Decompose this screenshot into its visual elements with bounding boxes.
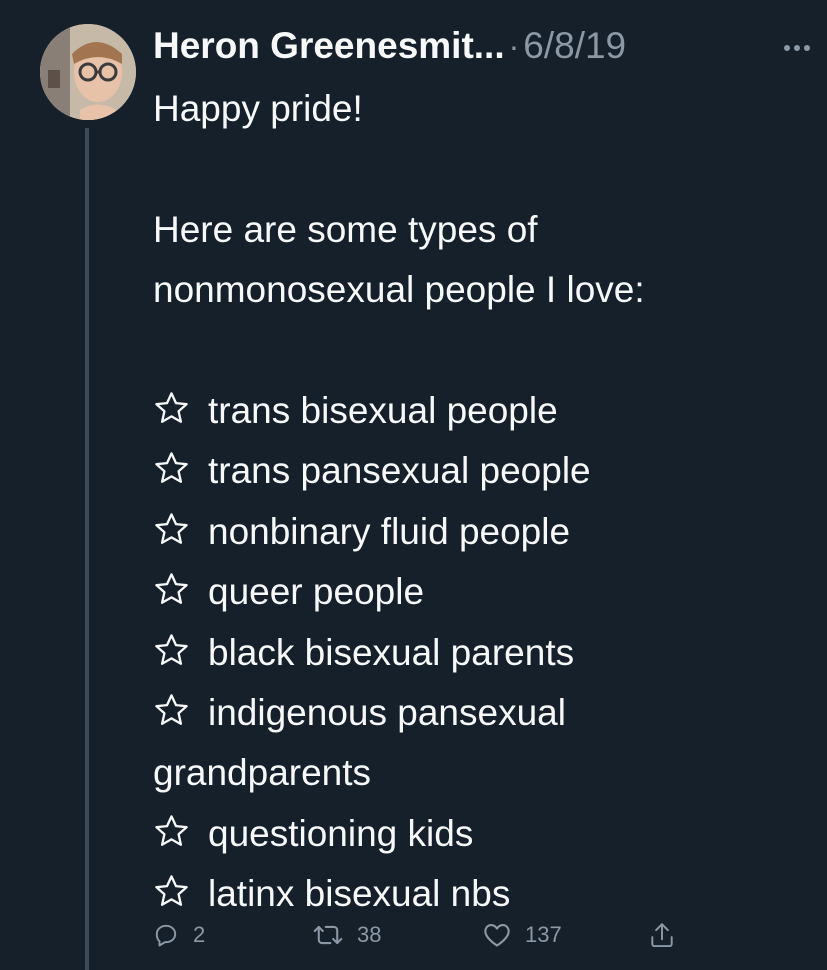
share-button[interactable] [649, 921, 675, 949]
author-name[interactable]: Heron Greenesmit... [153, 25, 505, 67]
header-separator: · [508, 27, 520, 64]
retweet-button[interactable]: 38 [313, 922, 381, 948]
list-item-text: trans pansexual people [208, 450, 591, 492]
star-icon [155, 392, 188, 423]
reply-icon [155, 924, 177, 947]
list-item: trans bisexual people [153, 381, 803, 441]
list-item-text: black bisexual parents [208, 631, 575, 673]
tweet-date[interactable]: 6/8/19 [523, 25, 626, 67]
avatar-photo [40, 24, 136, 120]
list-item-text: questioning kids [208, 812, 474, 854]
retweet-icon [313, 925, 343, 945]
list-item: trans pansexual people [153, 441, 803, 501]
star-icon [155, 452, 188, 484]
tweet-header: Heron Greenesmit... · 6/8/19 [153, 20, 810, 72]
tweet-actions: 2 38 137 [153, 912, 683, 958]
list-item-continuation: grandparents [153, 752, 372, 794]
text-line-blank [153, 139, 803, 199]
avatar[interactable] [40, 24, 136, 120]
star-icon [155, 633, 188, 665]
reply-button[interactable]: 2 [153, 922, 205, 948]
tweet-body: Heron Greenesmit... · 6/8/19 Happy pride… [153, 20, 810, 925]
star-icon [155, 875, 188, 907]
list-item-text: indigenous pansexual [208, 692, 566, 734]
list-item: nonbinary fluid people [153, 502, 803, 562]
list-item: indigenous pansexual [153, 683, 803, 743]
more-options-button[interactable] [775, 28, 819, 68]
star-icon [155, 513, 188, 544]
heart-icon [484, 924, 510, 947]
share-icon [651, 923, 673, 948]
list-item-text: queer people [208, 571, 425, 613]
text-line-blank [153, 321, 803, 381]
list-item: black bisexual parents [153, 623, 803, 683]
tweet-text: Happy pride! Here are some types of nonmo… [153, 79, 803, 925]
more-horizontal-icon [784, 45, 810, 51]
star-icon [155, 815, 188, 846]
thread-connector-line [85, 128, 89, 970]
star-icon [155, 694, 188, 725]
star-icon [155, 573, 188, 605]
list-item-text: trans bisexual people [208, 390, 558, 432]
list-item-text: nonbinary fluid people [208, 510, 571, 552]
reply-count: 2 [193, 922, 206, 947]
like-count: 137 [525, 922, 562, 947]
list-item: questioning kids [153, 804, 803, 864]
like-button[interactable]: 137 [483, 922, 562, 948]
text-line: nonmonosexual people I love: [153, 269, 645, 311]
text-line: Here are some types of [153, 208, 538, 250]
text-line: Happy pride! [153, 88, 363, 129]
list-item-text: latinx bisexual nbs [208, 873, 511, 915]
list-item: queer people [153, 562, 803, 622]
retweet-count: 38 [357, 922, 382, 947]
